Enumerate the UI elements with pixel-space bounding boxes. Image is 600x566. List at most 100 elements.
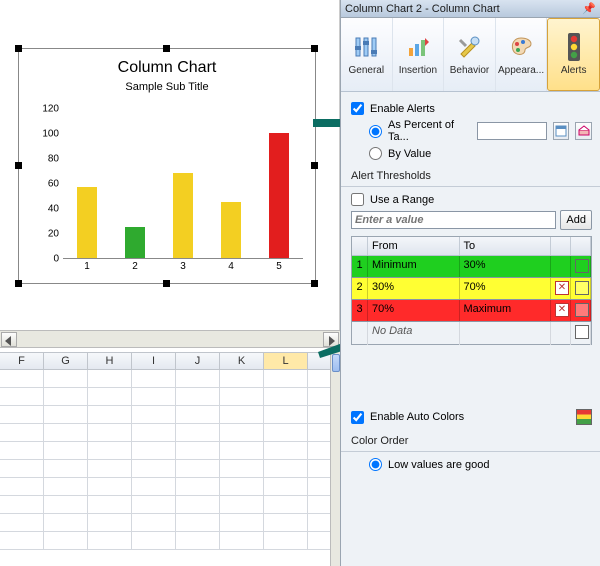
resize-handle[interactable] xyxy=(311,280,318,287)
threshold-color-swatch[interactable] xyxy=(575,303,589,317)
spreadsheet-cell[interactable] xyxy=(220,460,264,477)
chart-bar[interactable] xyxy=(221,202,241,258)
spreadsheet-cell[interactable] xyxy=(88,442,132,459)
clear-binding-button[interactable] xyxy=(575,122,592,140)
spreadsheet-row[interactable] xyxy=(0,460,340,478)
enable-alerts-row[interactable]: Enable Alerts xyxy=(351,102,592,115)
chart-canvas[interactable]: Column Chart Sample Sub Title 0204060801… xyxy=(0,0,340,330)
spreadsheet-cell[interactable] xyxy=(0,460,44,477)
spreadsheet-cell[interactable] xyxy=(264,388,308,405)
chart-bar[interactable] xyxy=(125,227,145,258)
spreadsheet-cell[interactable] xyxy=(44,496,88,513)
spreadsheet-cell[interactable] xyxy=(132,514,176,531)
spreadsheet-cell[interactable] xyxy=(220,496,264,513)
spreadsheet-cell[interactable] xyxy=(264,406,308,423)
threshold-color-swatch[interactable] xyxy=(575,259,589,273)
spreadsheet-cell[interactable] xyxy=(220,478,264,495)
column-header[interactable]: J xyxy=(176,353,220,369)
spreadsheet-cell[interactable] xyxy=(132,478,176,495)
spreadsheet-row[interactable] xyxy=(0,514,340,532)
spreadsheet-row[interactable] xyxy=(0,406,340,424)
spreadsheet-cell[interactable] xyxy=(88,460,132,477)
spreadsheet-cell[interactable] xyxy=(44,442,88,459)
spreadsheet-cell[interactable] xyxy=(264,424,308,441)
tab-appearance[interactable]: Appeara... xyxy=(496,18,548,91)
spreadsheet-cell[interactable] xyxy=(0,406,44,423)
enable-alerts-checkbox[interactable] xyxy=(351,102,364,115)
spreadsheet-cell[interactable] xyxy=(88,496,132,513)
spreadsheet-cell[interactable] xyxy=(176,424,220,441)
tab-insertion[interactable]: Insertion xyxy=(393,18,445,91)
horizontal-scrollbar[interactable] xyxy=(0,330,340,348)
spreadsheet-cell[interactable] xyxy=(176,460,220,477)
spreadsheet-cell[interactable] xyxy=(44,478,88,495)
pin-icon[interactable]: 📌 xyxy=(582,0,596,18)
spreadsheet-cell[interactable] xyxy=(0,496,44,513)
use-range-checkbox[interactable] xyxy=(351,193,364,206)
percent-target-input[interactable] xyxy=(477,122,547,140)
spreadsheet-cell[interactable] xyxy=(220,424,264,441)
chart-bar[interactable] xyxy=(269,133,289,258)
resize-handle[interactable] xyxy=(15,280,22,287)
tab-general[interactable]: General xyxy=(341,18,393,91)
spreadsheet-cell[interactable] xyxy=(264,496,308,513)
low-values-good-radio[interactable] xyxy=(369,458,382,471)
column-chart-object[interactable]: Column Chart Sample Sub Title 0204060801… xyxy=(18,48,316,284)
delete-threshold-button[interactable]: ✕ xyxy=(555,281,569,295)
spreadsheet-cell[interactable] xyxy=(176,514,220,531)
spreadsheet-cell[interactable] xyxy=(0,478,44,495)
spreadsheet-cell[interactable] xyxy=(132,532,176,549)
spreadsheet-cell[interactable] xyxy=(44,370,88,387)
column-header[interactable]: H xyxy=(88,353,132,369)
spreadsheet-cell[interactable] xyxy=(220,532,264,549)
spreadsheet-cell[interactable] xyxy=(0,370,44,387)
enable-auto-colors-row[interactable]: Enable Auto Colors xyxy=(351,409,592,425)
spreadsheet-cell[interactable] xyxy=(264,460,308,477)
spreadsheet-cell[interactable] xyxy=(220,370,264,387)
spreadsheet-cell[interactable] xyxy=(264,514,308,531)
vertical-scrollbar[interactable] xyxy=(330,352,340,566)
spreadsheet-cell[interactable] xyxy=(132,370,176,387)
spreadsheet-cell[interactable] xyxy=(176,370,220,387)
tab-alerts[interactable]: Alerts xyxy=(547,18,600,91)
column-header[interactable]: L xyxy=(264,353,308,369)
tab-behavior[interactable]: Behavior xyxy=(444,18,496,91)
resize-handle[interactable] xyxy=(163,280,170,287)
low-values-good-row[interactable]: Low values are good xyxy=(369,458,592,471)
spreadsheet-cell[interactable] xyxy=(44,532,88,549)
spreadsheet-cell[interactable] xyxy=(264,370,308,387)
spreadsheet-cell[interactable] xyxy=(132,406,176,423)
use-range-row[interactable]: Use a Range xyxy=(351,193,592,206)
threshold-from[interactable]: Minimum xyxy=(368,256,460,277)
spreadsheet-cell[interactable] xyxy=(0,442,44,459)
spreadsheet-cell[interactable] xyxy=(88,478,132,495)
spreadsheet-cell[interactable] xyxy=(44,406,88,423)
cell-picker-button[interactable] xyxy=(553,122,570,140)
spreadsheet-row[interactable] xyxy=(0,496,340,514)
spreadsheet-cell[interactable] xyxy=(88,370,132,387)
spreadsheet-cell[interactable] xyxy=(44,388,88,405)
spreadsheet-row[interactable] xyxy=(0,532,340,550)
column-header[interactable]: G xyxy=(44,353,88,369)
threshold-to[interactable]: 30% xyxy=(460,256,552,277)
spreadsheet-cell[interactable] xyxy=(220,442,264,459)
spreadsheet-cell[interactable] xyxy=(88,532,132,549)
alert-mode-percent-radio[interactable] xyxy=(369,125,382,138)
threshold-row[interactable]: 1Minimum30% xyxy=(352,256,591,278)
spreadsheet-cell[interactable] xyxy=(264,478,308,495)
column-header[interactable]: K xyxy=(220,353,264,369)
add-button[interactable]: Add xyxy=(560,210,592,230)
spreadsheet-row[interactable] xyxy=(0,388,340,406)
spreadsheet-cell[interactable] xyxy=(0,424,44,441)
scroll-left-button[interactable] xyxy=(1,332,17,347)
spreadsheet-cell[interactable] xyxy=(88,514,132,531)
spreadsheet-cell[interactable] xyxy=(264,532,308,549)
spreadsheet-row[interactable] xyxy=(0,478,340,496)
spreadsheet-cell[interactable] xyxy=(44,460,88,477)
spreadsheet-cell[interactable] xyxy=(0,388,44,405)
spreadsheet-cell[interactable] xyxy=(132,388,176,405)
enter-value-input[interactable] xyxy=(351,211,556,229)
threshold-from[interactable]: 70% xyxy=(368,300,460,321)
spreadsheet-cell[interactable] xyxy=(88,388,132,405)
spreadsheet-row[interactable] xyxy=(0,370,340,388)
